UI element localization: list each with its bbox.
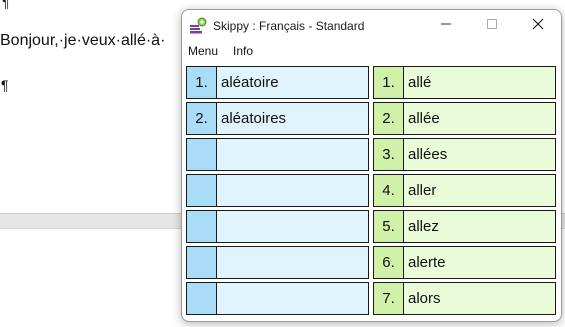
suggestion-number: 2.: [187, 103, 217, 134]
menu-bar: Menu Info: [182, 42, 561, 62]
suggestion-left-3[interactable]: [186, 138, 369, 171]
suggestion-number: 6.: [374, 247, 404, 278]
suggestions-column-left: 1. aléatoire 2. aléatoires: [186, 66, 369, 318]
suggestion-word: [217, 175, 368, 206]
suggestion-number: [187, 283, 217, 314]
minimize-icon: [440, 17, 452, 35]
suggestion-number: 3.: [374, 139, 404, 170]
suggestion-word: aléatoire: [221, 74, 279, 91]
suggestion-word: [217, 283, 368, 314]
suggestions-column-right: 1. allé 2. allée 3. allées 4. aller 5. allez …: [373, 66, 556, 318]
suggestion-word: alerte: [408, 254, 446, 271]
suggestion-right-7[interactable]: 7. alors: [373, 282, 556, 315]
suggestion-left-2[interactable]: 2. aléatoires: [186, 102, 369, 135]
menu-item-info[interactable]: Info: [233, 44, 253, 58]
suggestion-left-4[interactable]: [186, 174, 369, 207]
suggestion-right-1[interactable]: 1. allé: [373, 66, 556, 99]
suggestion-word: allé: [408, 74, 432, 91]
window-title: Skippy : Français - Standard: [213, 19, 365, 33]
suggestion-number: [187, 247, 217, 278]
title-bar[interactable]: Skippy : Français - Standard: [182, 10, 561, 42]
suggestion-word: [217, 247, 368, 278]
suggestion-left-7[interactable]: [186, 282, 369, 315]
maximize-button[interactable]: [469, 10, 515, 42]
suggestion-number: 1.: [187, 67, 217, 98]
suggestion-right-5[interactable]: 5. allez: [373, 210, 556, 243]
suggestion-word: aller: [408, 182, 437, 199]
skippy-window: Skippy : Français - Standard Menu Info 1…: [181, 9, 562, 322]
suggestion-number: [187, 211, 217, 242]
suggestion-number: 2.: [374, 103, 404, 134]
suggestion-right-4[interactable]: 4. aller: [373, 174, 556, 207]
menu-item-menu[interactable]: Menu: [188, 44, 218, 58]
skippy-app-icon: [189, 17, 207, 35]
suggestion-left-6[interactable]: [186, 246, 369, 279]
suggestion-left-1[interactable]: 1. aléatoire: [186, 66, 369, 99]
suggestion-number: [187, 175, 217, 206]
suggestion-word: [217, 139, 368, 170]
suggestion-right-3[interactable]: 3. allées: [373, 138, 556, 171]
suggestion-right-2[interactable]: 2. allée: [373, 102, 556, 135]
suggestion-number: 4.: [374, 175, 404, 206]
close-icon: [532, 17, 544, 35]
document-paragraph-mark-top: ¶: [2, 0, 10, 10]
suggestion-word: [217, 211, 368, 242]
suggestion-right-6[interactable]: 6. alerte: [373, 246, 556, 279]
minimize-button[interactable]: [423, 10, 469, 42]
close-button[interactable]: [515, 10, 561, 42]
suggestion-word: allée: [408, 110, 440, 127]
suggestion-number: [187, 139, 217, 170]
suggestion-number: 7.: [374, 283, 404, 314]
suggestion-word: aléatoires: [221, 110, 287, 127]
maximize-icon: [486, 17, 498, 35]
document-text-line[interactable]: Bonjour,·je·veux·allé·à·: [0, 32, 165, 50]
document-paragraph-mark: ¶: [1, 77, 9, 93]
suggestion-number: 5.: [374, 211, 404, 242]
suggestion-left-5[interactable]: [186, 210, 369, 243]
suggestion-word: alors: [408, 290, 441, 307]
suggestion-word: allées: [408, 146, 448, 163]
suggestion-word: allez: [408, 218, 439, 235]
suggestion-number: 1.: [374, 67, 404, 98]
